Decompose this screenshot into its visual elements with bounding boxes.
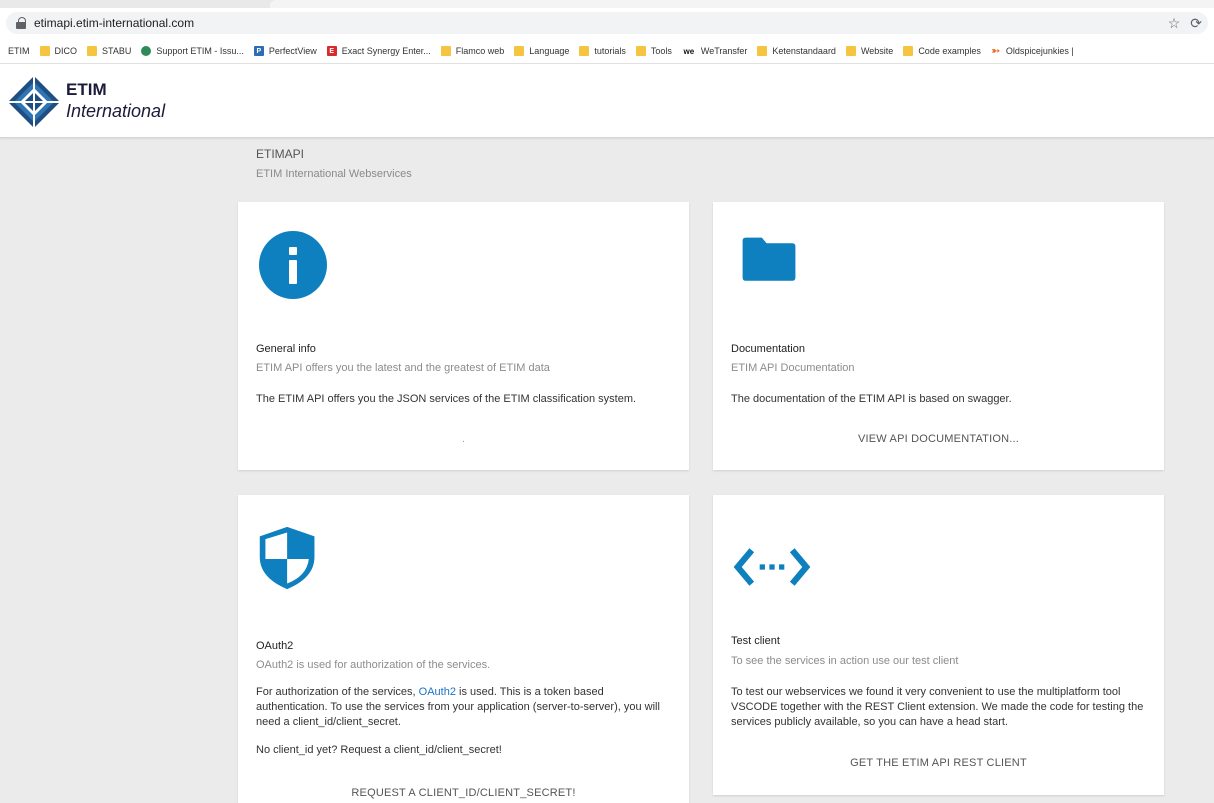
page-title: ETIMAPI [256, 147, 305, 161]
card-subtitle: ETIM API Documentation [731, 362, 855, 374]
card-action-placeholder: . [462, 434, 465, 445]
folder-icon [903, 46, 914, 56]
card-title: Test client [731, 635, 780, 647]
bookmark-flamco-web[interactable]: Flamco web [440, 46, 504, 56]
folder-icon [514, 46, 525, 56]
view-api-documentation-link[interactable]: VIEW API DOCUMENTATION... [713, 433, 1164, 445]
oauth2-link[interactable]: OAuth2 [419, 686, 456, 698]
folder-icon [87, 46, 97, 56]
address-bar[interactable]: etimapi.etim-international.com ☆ ⟳ [6, 12, 1208, 34]
url-text: etimapi.etim-international.com [34, 16, 195, 30]
card-body: For authorization of the services, OAuth… [256, 686, 660, 728]
bookmark-code-examples[interactable]: Code examples [903, 46, 981, 56]
bookmark-exact-synergy[interactable]: E Exact Synergy Enter... [326, 46, 431, 56]
active-tab[interactable] [270, 0, 1214, 8]
folder-icon [757, 46, 768, 56]
brand-title: ETIM [66, 80, 107, 99]
bookmark-oldspicejunkies[interactable]: ➳ Oldspicejunkies | [991, 45, 1074, 57]
card-subtitle: OAuth2 is used for authorization of the … [256, 659, 491, 671]
folder-icon [579, 46, 590, 56]
brand-subtitle: International [66, 101, 166, 121]
star-icon[interactable]: ☆ [1168, 15, 1181, 32]
bookmark-etim[interactable]: ETIM [8, 46, 30, 56]
card-body: The ETIM API offers you the JSON service… [256, 393, 637, 405]
card-subtitle: To see the services in action use our te… [731, 655, 959, 667]
tab-strip [0, 0, 1214, 8]
browser-chrome: etimapi.etim-international.com ☆ ⟳ ETIM … [0, 0, 1214, 64]
card-title: Documentation [731, 343, 805, 355]
get-rest-client-link[interactable]: GET THE ETIM API REST CLIENT [713, 757, 1164, 769]
bookmark-tools[interactable]: Tools [635, 46, 672, 56]
request-client-id-link[interactable]: REQUEST A CLIENT_ID/CLIENT_SECRET! [238, 787, 689, 799]
bookmark-dico[interactable]: DICO [39, 46, 77, 56]
info-icon [259, 231, 327, 299]
etim-logo-icon[interactable] [6, 74, 62, 130]
bookmark-support-etim[interactable]: Support ETIM - Issu... [141, 46, 244, 56]
card-oauth2: OAuth2 OAuth2 is used for authorization … [238, 495, 689, 803]
card-title: OAuth2 [256, 640, 294, 652]
card-title: General info [256, 343, 316, 355]
folder-icon [742, 237, 796, 281]
perfectview-icon: P [253, 46, 264, 56]
card-body: The documentation of the ETIM API is bas… [731, 393, 1012, 405]
folder-icon [39, 46, 50, 56]
lock-icon[interactable] [16, 17, 26, 29]
page-subtitle: ETIM International Webservices [256, 168, 412, 180]
bookmark-stabu[interactable]: STABU [87, 46, 131, 56]
card-test-client: Test client To see the services in actio… [713, 495, 1164, 795]
folder-icon [635, 46, 646, 56]
wetransfer-icon: we [683, 46, 695, 56]
bookmark-perfectview[interactable]: P PerfectView [253, 46, 317, 56]
shield-icon [259, 526, 315, 590]
bookmarks-bar: ETIM DICO STABU Support ETIM - Issu... P… [0, 40, 1214, 62]
bookmark-website[interactable]: Website [845, 46, 893, 56]
bookmark-ketenstandaard[interactable]: Ketenstandaard [757, 46, 836, 56]
bookmark-wetransfer[interactable]: we WeTransfer [682, 46, 748, 56]
site-header: ETIM International [0, 64, 1214, 138]
card-documentation: Documentation ETIM API Documentation The… [713, 202, 1164, 470]
bookmark-tutorials[interactable]: tutorials [579, 46, 626, 56]
card-subtitle: ETIM API offers you the latest and the g… [256, 362, 550, 374]
code-brackets-icon [733, 548, 811, 586]
address-bar-actions: ☆ ⟳ [1168, 12, 1202, 34]
card-body: To test our webservices we found it very… [731, 686, 1144, 728]
bookmark-language[interactable]: Language [514, 46, 569, 56]
extension-icon[interactable]: ⟳ [1190, 15, 1202, 32]
exact-icon: E [326, 46, 337, 56]
oldspicejunkies-icon: ➳ [991, 45, 1001, 57]
globe-icon [141, 46, 152, 56]
card-general-info: General info ETIM API offers you the lat… [238, 202, 689, 470]
folder-icon [845, 46, 856, 56]
folder-icon [440, 46, 451, 56]
card-body-secondary: No client_id yet? Request a client_id/cl… [256, 744, 502, 756]
